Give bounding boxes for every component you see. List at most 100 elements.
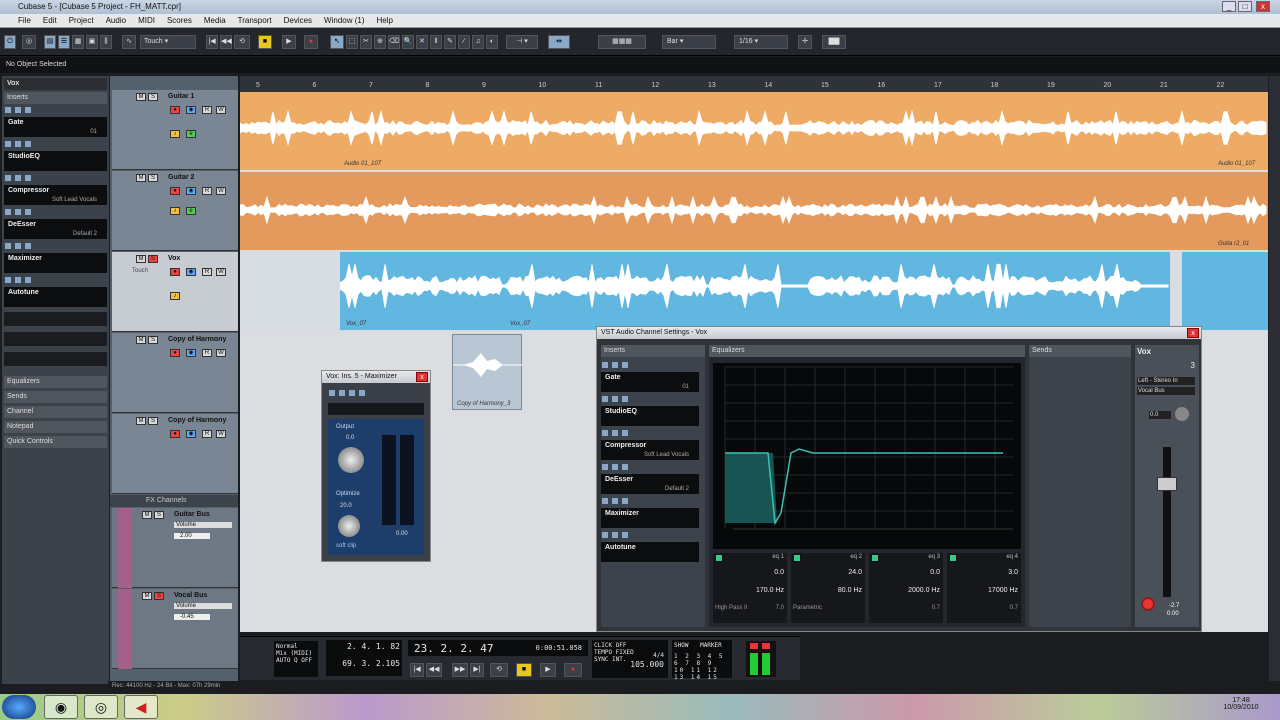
edit-icon[interactable] — [621, 429, 629, 437]
channel-settings-title-bar[interactable]: VST Audio Channel Settings - Vox x — [597, 327, 1201, 339]
guitar-2-event[interactable]: Guita r2_01 — [240, 172, 1268, 250]
lock-button[interactable]: ♪ — [170, 292, 180, 300]
insert-slot[interactable]: StudioEQ — [601, 406, 699, 426]
eq-gain[interactable]: 24.0 — [848, 569, 862, 576]
eq-gain[interactable]: 0.0 — [930, 569, 940, 576]
inspector-section-equalizers[interactable]: Equalizers — [4, 376, 107, 388]
primary-position[interactable]: 23. 2. 2. 47 — [414, 642, 493, 655]
bypass-icon[interactable] — [4, 276, 12, 284]
record-enable-button[interactable]: ● — [170, 268, 180, 276]
eq-gain[interactable]: 0.0 — [774, 569, 784, 576]
menu-audio[interactable]: Audio — [100, 14, 132, 25]
solo-button[interactable]: S — [148, 255, 158, 263]
bypass-icon[interactable] — [4, 174, 12, 182]
activate-icon[interactable] — [611, 429, 619, 437]
solo-button[interactable]: S — [148, 174, 158, 182]
rewind-button[interactable]: ◀◀ — [220, 35, 232, 49]
edit-icon[interactable] — [24, 242, 32, 250]
solo-button[interactable]: S — [154, 592, 164, 600]
track-guitar-1[interactable]: M S Guitar 1 ● ◉ R W ♪ e — [112, 90, 238, 170]
solo-button[interactable]: S — [148, 336, 158, 344]
cs-sends-header[interactable]: Sends — [1029, 345, 1131, 357]
range-tool-icon[interactable]: ⬚ — [346, 35, 358, 49]
write-icon[interactable] — [358, 389, 366, 397]
record-enable-button[interactable]: ● — [170, 106, 180, 114]
eq-type[interactable]: High Pass II — [715, 605, 747, 611]
snap-type-select[interactable]: Bar ▾ — [662, 35, 716, 49]
read-button[interactable]: R — [202, 268, 212, 276]
solo-button[interactable]: S — [148, 93, 158, 101]
automation-icon[interactable]: ∿ — [122, 35, 136, 49]
empty-insert-slot[interactable] — [4, 332, 107, 346]
activate-icon[interactable] — [14, 174, 22, 182]
color-palette-icon[interactable]: ▇▇ — [822, 35, 846, 49]
record-button[interactable]: ● — [304, 35, 318, 49]
power-icon[interactable] — [338, 389, 346, 397]
eq-type[interactable]: Parametric — [793, 605, 822, 611]
mute-button[interactable]: M — [136, 174, 146, 182]
harmony-event[interactable]: Copy of Harmony_3 — [452, 334, 523, 410]
eq-q[interactable]: 0.7 — [1010, 605, 1018, 611]
edit-icon[interactable] — [621, 463, 629, 471]
eq-frequency[interactable]: 170.0 Hz — [756, 587, 784, 594]
track-vox[interactable]: M S Vox Touch ● ◉ R W ♪ — [112, 252, 238, 332]
transport-goto-start-icon[interactable]: |◀ — [410, 663, 424, 677]
glue-tool-icon[interactable]: ⊕ — [374, 35, 386, 49]
eq-curve-display[interactable] — [713, 363, 1021, 549]
play-button[interactable]: ▶ — [282, 35, 296, 49]
eq-band-enable-icon[interactable] — [715, 554, 723, 562]
start-button[interactable] — [2, 695, 36, 719]
menu-window[interactable]: Window (1) — [318, 14, 370, 25]
fx-channels-folder[interactable]: FX Channels — [110, 495, 238, 507]
edit-channel-button[interactable]: e — [186, 130, 196, 138]
activate-icon[interactable] — [611, 463, 619, 471]
record-enable-button[interactable]: ● — [170, 430, 180, 438]
lock-button[interactable]: ♪ — [170, 130, 180, 138]
zoom-tool-icon[interactable]: 🔍 — [402, 35, 414, 49]
object-select-tool-icon[interactable]: ↖ — [330, 35, 344, 49]
activate-icon[interactable] — [611, 361, 619, 369]
snap-toggle[interactable]: ⇹ — [548, 35, 570, 49]
activate-icon[interactable] — [14, 208, 22, 216]
inspector-section-channel[interactable]: Channel — [4, 406, 107, 418]
maximize-button[interactable]: □ — [1238, 1, 1252, 12]
insert-slot[interactable]: Compressor Soft Lead Vocals — [601, 440, 699, 460]
timewarp-tool-icon[interactable]: ⫴ — [430, 35, 442, 49]
menu-edit[interactable]: Edit — [37, 14, 63, 25]
record-enable-button[interactable]: ● — [170, 187, 180, 195]
left-locator[interactable]: 2. 4. 1. 82 — [328, 642, 400, 651]
maximizer-title-bar[interactable]: Vox: Ins. 5 - Maximizer x — [322, 371, 430, 383]
edit-icon[interactable] — [621, 497, 629, 505]
edit-channel-button[interactable]: e — [186, 207, 196, 215]
optimize-knob[interactable] — [338, 515, 360, 537]
menu-midi[interactable]: MIDI — [132, 14, 161, 25]
eq-frequency[interactable]: 2000.0 Hz — [908, 587, 940, 594]
eq-q[interactable]: 0.7 — [932, 605, 940, 611]
guitar-1-event[interactable]: Audio 01_107 Audio 01_107 — [240, 92, 1268, 170]
vertical-scrollbar[interactable] — [1269, 76, 1280, 681]
edit-icon[interactable] — [621, 531, 629, 539]
bypass-icon[interactable] — [601, 395, 609, 403]
inspector-inserts-header[interactable]: Inserts — [4, 92, 107, 104]
automation-value[interactable]: 2.00 — [174, 533, 210, 539]
track-vocal-bus[interactable]: M S Vocal Bus Volume -0.45 — [112, 589, 238, 669]
bypass-icon[interactable] — [601, 463, 609, 471]
write-button[interactable]: W — [216, 349, 226, 357]
split-tool-icon[interactable]: ✂ — [360, 35, 372, 49]
close-button[interactable]: x — [1256, 1, 1270, 12]
edit-icon[interactable] — [24, 174, 32, 182]
menu-project[interactable]: Project — [63, 14, 100, 25]
edit-icon[interactable] — [24, 106, 32, 114]
automation-mode-select[interactable]: Touch ▾ — [140, 35, 196, 49]
insert-slot[interactable]: Maximizer — [4, 253, 107, 273]
solo-button[interactable]: S — [148, 417, 158, 425]
insert-slot[interactable]: Autotune — [4, 287, 107, 307]
transport-rewind-icon[interactable]: ◀◀ — [426, 663, 442, 677]
automation-param[interactable]: Volume — [174, 603, 232, 609]
constrain-delay-button[interactable]: ◎ — [22, 35, 36, 49]
activate-icon[interactable] — [611, 531, 619, 539]
line-tool-icon[interactable]: ⁄ — [458, 35, 470, 49]
read-button[interactable]: R — [202, 187, 212, 195]
lock-button[interactable]: ♪ — [170, 207, 180, 215]
cycle-button[interactable]: ⟲ — [234, 35, 250, 49]
